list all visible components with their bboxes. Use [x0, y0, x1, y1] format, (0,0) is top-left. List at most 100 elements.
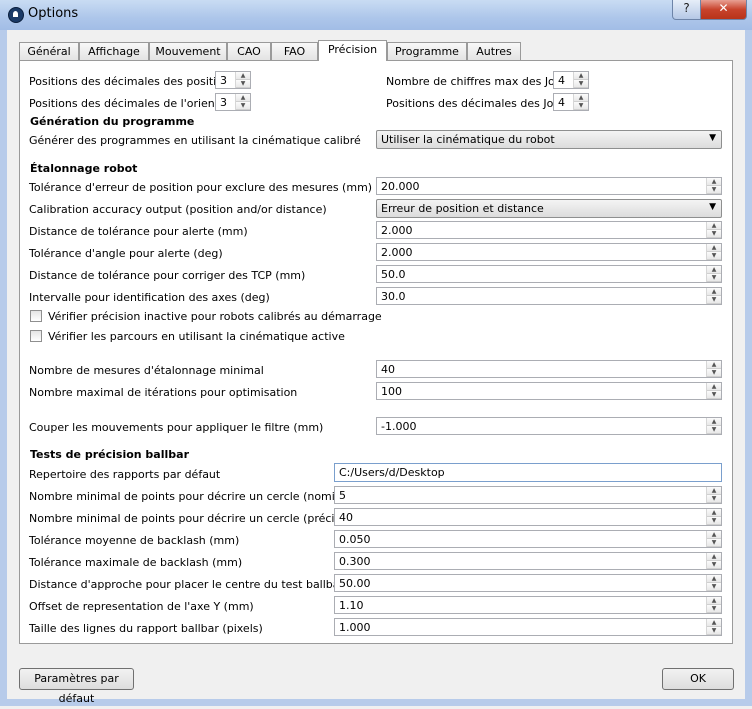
- spin-up-icon[interactable]: ▲: [707, 597, 721, 605]
- ballbar-row-value: 0.300: [339, 555, 371, 568]
- max-digits-joints-value: 4: [558, 74, 565, 87]
- tab-fao[interactable]: FAO: [271, 42, 318, 60]
- spin-down-icon[interactable]: ▼: [707, 369, 721, 377]
- spin-down-icon[interactable]: ▼: [707, 252, 721, 260]
- spin-down-icon[interactable]: ▼: [707, 495, 721, 503]
- tab-mouvement[interactable]: Mouvement: [149, 42, 227, 60]
- spin-up-icon[interactable]: ▲: [707, 418, 721, 426]
- min-measures-spinbox[interactable]: 40 ▲ ▼: [376, 360, 722, 378]
- help-button[interactable]: ?: [672, 0, 701, 20]
- spin-up-icon[interactable]: ▲: [707, 575, 721, 583]
- spin-up-icon[interactable]: ▲: [707, 288, 721, 296]
- min-points-precise-spinbox[interactable]: 40 ▲ ▼: [334, 508, 722, 526]
- calib-row-label: Distance de tolérance pour alerte (mm): [29, 225, 248, 238]
- dec-orientation-spinbox[interactable]: 3 ▲ ▼: [215, 93, 251, 111]
- filter-value: -1.000: [381, 420, 417, 433]
- kinematics-select-value: Utiliser la cinématique du robot: [381, 133, 555, 146]
- tcp-distance-spinbox[interactable]: 50.0 ▲ ▼: [376, 265, 722, 283]
- alert-angle-spinbox[interactable]: 2.000 ▲ ▼: [376, 243, 722, 261]
- spin-up-icon[interactable]: ▲: [707, 178, 721, 186]
- calib-row-label: Tolérance d'angle pour alerte (deg): [29, 247, 223, 260]
- spin-down-icon[interactable]: ▼: [707, 391, 721, 399]
- tab-general[interactable]: Général: [19, 42, 79, 60]
- check-paths-active-kinematics-checkbox[interactable]: [30, 330, 42, 342]
- spin-up-icon[interactable]: ▲: [236, 94, 250, 102]
- spin-down-icon[interactable]: ▼: [707, 605, 721, 613]
- spin-down-icon[interactable]: ▼: [707, 186, 721, 194]
- window-title: Options: [28, 6, 79, 21]
- spin-up-icon[interactable]: ▲: [707, 361, 721, 369]
- check-inactive-precision-label: Vérifier précision inactive pour robots …: [48, 310, 382, 323]
- spin-up-icon[interactable]: ▲: [707, 244, 721, 252]
- tab-autres[interactable]: Autres: [467, 42, 521, 60]
- y-axis-offset-spinbox[interactable]: 1.10 ▲ ▼: [334, 596, 722, 614]
- spin-up-icon[interactable]: ▲: [707, 222, 721, 230]
- dec-joints-spinbox[interactable]: 4 ▲ ▼: [553, 93, 589, 111]
- close-button[interactable]: ✕: [700, 0, 747, 20]
- min-measures-value: 40: [381, 363, 395, 376]
- spin-down-icon[interactable]: ▼: [574, 80, 588, 88]
- spin-up-icon[interactable]: ▲: [574, 72, 588, 80]
- ballbar-row-value: 5: [339, 489, 346, 502]
- ballbar-row-label: Nombre minimal de points pour décrire un…: [29, 512, 345, 525]
- dec-positions-spinbox[interactable]: 3 ▲ ▼: [215, 71, 251, 89]
- ballbar-row-label: Distance d'approche pour placer le centr…: [29, 578, 378, 591]
- spin-up-icon[interactable]: ▲: [707, 531, 721, 539]
- tab-precision[interactable]: Précision: [318, 40, 387, 61]
- spin-down-icon[interactable]: ▼: [574, 102, 588, 110]
- spin-down-icon[interactable]: ▼: [236, 80, 250, 88]
- dec-positions-value: 3: [220, 74, 227, 87]
- alert-distance-spinbox[interactable]: 2.000 ▲ ▼: [376, 221, 722, 239]
- backlash-mean-spinbox[interactable]: 0.050 ▲ ▼: [334, 530, 722, 548]
- tab-programme[interactable]: Programme: [387, 42, 467, 60]
- max-digits-joints-spinbox[interactable]: 4 ▲ ▼: [553, 71, 589, 89]
- spin-down-icon[interactable]: ▼: [707, 627, 721, 635]
- spin-down-icon[interactable]: ▼: [707, 517, 721, 525]
- ballbar-row-label: Taille des lignes du rapport ballbar (pi…: [29, 622, 263, 635]
- min-points-nominal-spinbox[interactable]: 5 ▲ ▼: [334, 486, 722, 504]
- spin-down-icon[interactable]: ▼: [707, 583, 721, 591]
- tab-cao[interactable]: CAO: [227, 42, 271, 60]
- calib-row-value: 2.000: [381, 224, 413, 237]
- dec-orientation-value: 3: [220, 96, 227, 109]
- check-paths-active-kinematics-label: Vérifier les parcours en utilisant la ci…: [48, 330, 345, 343]
- chevron-down-icon: ▼: [709, 133, 716, 143]
- spin-down-icon[interactable]: ▼: [707, 274, 721, 282]
- calib-row-value: 30.0: [381, 290, 406, 303]
- spin-down-icon[interactable]: ▼: [236, 102, 250, 110]
- max-iterations-spinbox[interactable]: 100 ▲ ▼: [376, 382, 722, 400]
- position-error-tolerance-spinbox[interactable]: 20.000 ▲ ▼: [376, 177, 722, 195]
- default-settings-button[interactable]: Paramètres par défaut: [19, 668, 134, 705]
- reports-dir-input[interactable]: C:/Users/d/Desktop: [334, 463, 722, 482]
- spin-up-icon[interactable]: ▲: [707, 383, 721, 391]
- calib-row-label: Tolérance d'erreur de position pour excl…: [29, 181, 373, 194]
- spin-up-icon[interactable]: ▲: [574, 94, 588, 102]
- approach-distance-spinbox[interactable]: 50.00 ▲ ▼: [334, 574, 722, 592]
- backlash-max-spinbox[interactable]: 0.300 ▲ ▼: [334, 552, 722, 570]
- ballbar-row-label: Nombre minimal de points pour décrire un…: [29, 490, 356, 503]
- accuracy-output-select[interactable]: Erreur de position et distance ▼: [376, 199, 722, 218]
- spin-up-icon[interactable]: ▲: [707, 266, 721, 274]
- spin-down-icon[interactable]: ▼: [707, 561, 721, 569]
- tab-affichage[interactable]: Affichage: [79, 42, 149, 60]
- spin-up-icon[interactable]: ▲: [707, 619, 721, 627]
- reports-dir-value: C:/Users/d/Desktop: [339, 466, 445, 479]
- calib-row-value: 2.000: [381, 246, 413, 259]
- spin-up-icon[interactable]: ▲: [236, 72, 250, 80]
- axis-interval-spinbox[interactable]: 30.0 ▲ ▼: [376, 287, 722, 305]
- check-inactive-precision-checkbox[interactable]: [30, 310, 42, 322]
- report-line-size-spinbox[interactable]: 1.000 ▲ ▼: [334, 618, 722, 636]
- spin-down-icon[interactable]: ▼: [707, 296, 721, 304]
- section-title-program-generation: Génération du programme: [30, 115, 195, 128]
- filter-spinbox[interactable]: -1.000 ▲ ▼: [376, 417, 722, 435]
- kinematics-select[interactable]: Utiliser la cinématique du robot ▼: [376, 130, 722, 149]
- min-measures-label: Nombre de mesures d'étalonnage minimal: [29, 364, 264, 377]
- ballbar-row-value: 1.000: [339, 621, 371, 634]
- spin-up-icon[interactable]: ▲: [707, 487, 721, 495]
- spin-down-icon[interactable]: ▼: [707, 539, 721, 547]
- spin-up-icon[interactable]: ▲: [707, 509, 721, 517]
- ok-button[interactable]: OK: [662, 668, 734, 690]
- spin-down-icon[interactable]: ▼: [707, 426, 721, 434]
- spin-up-icon[interactable]: ▲: [707, 553, 721, 561]
- spin-down-icon[interactable]: ▼: [707, 230, 721, 238]
